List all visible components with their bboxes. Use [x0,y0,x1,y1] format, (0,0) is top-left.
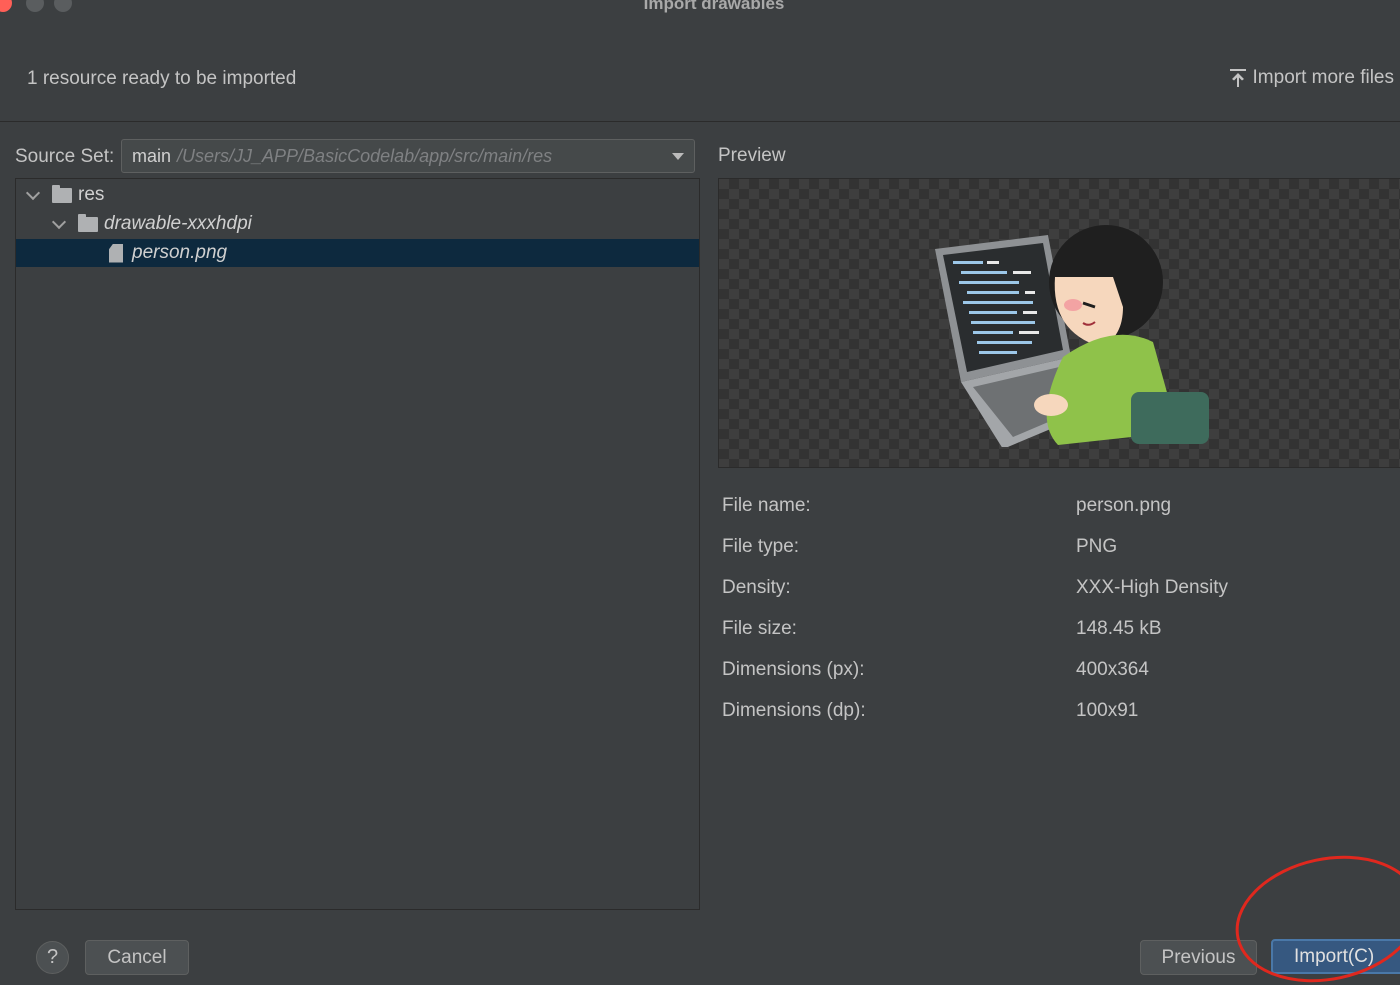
info-row-density: Density: XXX-High Density [722,572,1382,613]
upload-icon [1229,69,1246,87]
source-set-name: main [132,145,172,166]
info-key: Dimensions (dp): [722,700,866,721]
info-key: File size: [722,618,797,639]
header-divider [0,121,1400,122]
help-button[interactable]: ? [36,941,69,974]
preview-image-panel [718,178,1400,468]
source-set-label: Source Set: [15,146,115,167]
info-key: Density: [722,577,791,598]
chevron-down-icon[interactable] [51,214,67,229]
import-more-files-link[interactable]: Import more files [1229,67,1394,89]
tree-item-label: res [78,184,105,205]
info-key: Dimensions (px): [722,659,865,680]
tree-item-drawable-xxxhdpi[interactable]: drawable-xxxhdpi [16,210,699,238]
info-value: PNG [1076,536,1118,557]
info-row-file-type: File type: PNG [722,531,1382,572]
tree-item-person-png[interactable]: person.png [16,239,699,267]
info-value: XXX-High Density [1076,577,1229,598]
person-illustration [935,225,1209,447]
info-key: File type: [722,536,800,557]
preview-label: Preview [718,145,786,166]
chevron-down-icon [672,153,684,160]
info-value: 100x91 [1076,700,1139,721]
info-value: 400x364 [1076,659,1149,680]
info-value: 148.45 kB [1076,618,1162,639]
status-text: 1 resource ready to be imported [27,68,297,89]
info-row-file-name: File name: person.png [722,490,1382,531]
title-bar: Import drawables [0,0,1400,16]
file-info-table: File name: person.png File type: PNG Den… [722,490,1382,736]
info-row-dimensions-dp: Dimensions (dp): 100x91 [722,695,1382,736]
resource-tree: res drawable-xxxhdpi person.png [15,178,700,910]
cancel-button[interactable]: Cancel [85,940,189,975]
chevron-down-icon[interactable] [25,185,41,200]
window-title: Import drawables [643,0,785,13]
source-set-dropdown[interactable]: main /Users/JJ_APP/BasicCodelab/app/src/… [121,139,695,173]
previous-button[interactable]: Previous [1140,940,1257,975]
tree-item-res[interactable]: res [16,181,699,209]
folder-icon [52,184,72,203]
folder-icon [78,213,98,232]
tree-item-label: drawable-xxxhdpi [104,213,252,234]
file-icon [109,243,123,263]
info-value: person.png [1076,495,1172,516]
header: 1 resource ready to be imported Import m… [0,60,1400,100]
info-key: File name: [722,495,811,516]
source-set-path: /Users/JJ_APP/BasicCodelab/app/src/main/… [177,145,553,166]
tree-item-label: person.png [132,242,228,263]
import-more-files-label: Import more files [1252,67,1394,88]
import-button[interactable]: Import(C) [1271,939,1400,974]
info-row-dimensions-px: Dimensions (px): 400x364 [722,654,1382,695]
info-row-file-size: File size: 148.45 kB [722,613,1382,654]
